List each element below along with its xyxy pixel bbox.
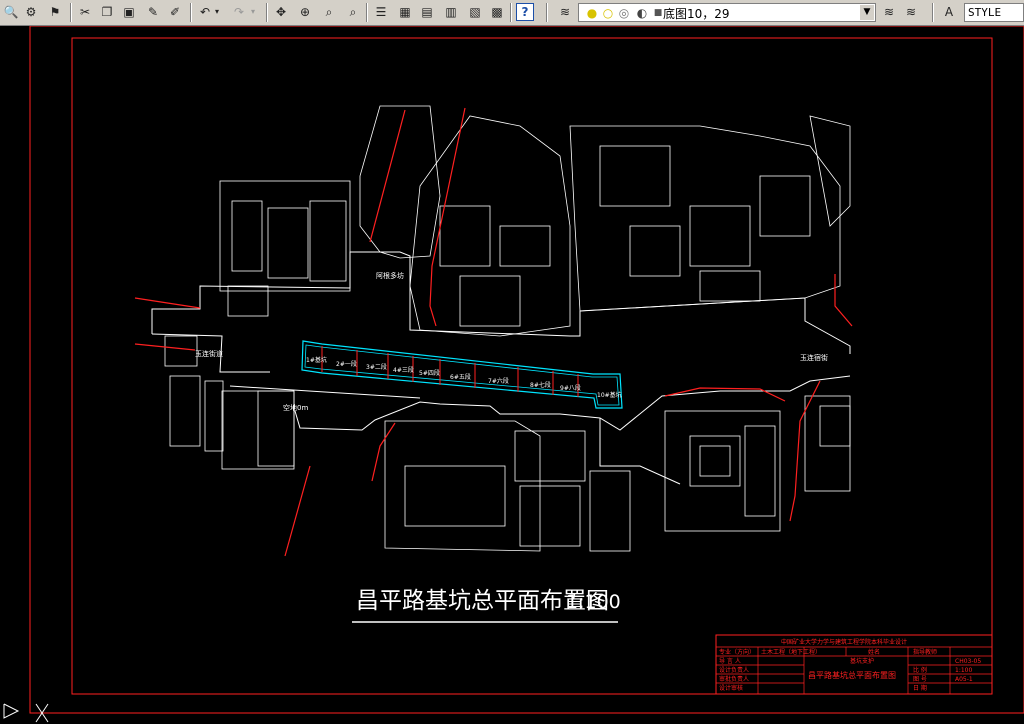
- text-style-value: STYLE: [968, 6, 1002, 19]
- find-icon[interactable]: 🔍: [2, 3, 20, 21]
- pit-segment-label: 7#六段: [488, 377, 509, 385]
- label-top: 阿根多坊: [376, 271, 404, 280]
- label-plot: 空地0m: [283, 403, 308, 412]
- label-left: 玉连街道: [195, 349, 223, 358]
- pit-segment-label: 1#基坑: [306, 356, 327, 364]
- tool-palette-icon[interactable]: ▤: [418, 3, 436, 21]
- paste-icon[interactable]: ▣: [120, 3, 138, 21]
- title-block: 中国矿业大学力学与建筑工程学院本科毕业设计 专业（方向） 土木工程（地下工程） …: [715, 634, 993, 695]
- tb-cell: 土木工程（地下工程）: [761, 648, 821, 656]
- tb-cell: 设计负责人: [719, 666, 749, 674]
- match-icon[interactable]: ✐: [166, 3, 184, 21]
- zoom-previous-icon[interactable]: ⌕: [344, 3, 362, 21]
- publish-icon[interactable]: ⚙: [22, 3, 40, 21]
- pit-segment-label: 3#二段: [366, 363, 387, 371]
- redo-dropdown-icon[interactable]: ▾: [248, 3, 258, 21]
- pit-segment-label: 6#五段: [450, 373, 471, 381]
- freeze-icon[interactable]: ◎: [615, 4, 633, 22]
- pit-segment-label: 2#一段: [336, 360, 357, 368]
- tb-cell: 专业（方向）: [719, 648, 755, 656]
- tb-cell: 姓名: [868, 648, 880, 656]
- tb-cell: 导 言 人: [719, 657, 741, 665]
- pit-segment-label: 4#三段: [393, 366, 414, 374]
- pit-segment-label: 9#八段: [560, 384, 581, 392]
- red-property-lines: [134, 107, 853, 557]
- tb-cell: 审批负责人: [719, 675, 749, 683]
- tb-cell: 图 号: [913, 676, 927, 683]
- design-center-icon[interactable]: ▦: [396, 3, 414, 21]
- layer-states-icon[interactable]: ≋: [902, 3, 920, 21]
- pit-segment-label: 5#四段: [419, 369, 440, 377]
- tb-cell: 1:100: [955, 667, 972, 674]
- layer-dropdown[interactable]: ● ○ ◎ ◐ ■ 底图10，29 ▼: [578, 3, 876, 22]
- pan-icon[interactable]: ✥: [272, 3, 290, 21]
- zoom-window-icon[interactable]: ⌕: [320, 3, 338, 21]
- label-right: 玉连宿街: [800, 353, 828, 362]
- text-style-dropdown[interactable]: STYLE: [964, 3, 1024, 22]
- tb-company: 中国矿业大学力学与建筑工程学院本科毕业设计: [781, 638, 907, 646]
- ucs-icon: [3, 703, 49, 723]
- drawing-title: 昌平路基坑总平面布置图 1:100: [352, 588, 621, 623]
- tb-cell: 设计审核: [719, 684, 743, 692]
- tb-cell: A05-1: [955, 676, 973, 683]
- sheet-set-icon[interactable]: ▥: [442, 3, 460, 21]
- redo-icon[interactable]: ↷: [230, 3, 248, 21]
- drawing-scale: 1:100: [566, 591, 621, 613]
- tb-cell: 指导教师: [913, 648, 937, 656]
- pit-segment-label: 8#七段: [530, 381, 551, 389]
- foundation-pit[interactable]: 1#基坑 2#一段 3#二段 4#三段 5#四段 6#五段 7#六段 8#七段 …: [301, 340, 623, 409]
- help-icon[interactable]: ?: [516, 3, 534, 21]
- calculator-icon[interactable]: ▩: [488, 3, 506, 21]
- tb-cell: 比 例: [913, 666, 927, 674]
- tb-cell: 基坑支护: [850, 657, 874, 665]
- undo-dropdown-icon[interactable]: ▾: [212, 3, 222, 21]
- properties-icon[interactable]: ☰: [372, 3, 390, 21]
- cut-icon[interactable]: ✂: [76, 3, 94, 21]
- tb-drawing-name: 昌平路基坑总平面布置图: [808, 670, 896, 680]
- copy-icon[interactable]: ❐: [98, 3, 116, 21]
- chevron-down-icon[interactable]: ▼: [860, 5, 874, 20]
- drawing-canvas[interactable]: 玉连街道 玉连宿街 阿根多坊 空地0m 1#基坑 2#一段 3#二段 4#三段 …: [0, 26, 1024, 724]
- standard-toolbar: 🔍 ⚙ ⚑ ✂ ❐ ▣ ✎ ✐ ↶ ▾ ↷ ▾ ✥ ⊕ ⌕ ⌕ ☰ ▦ ▤ ▥ …: [0, 0, 1024, 26]
- building-footprints: [164, 105, 851, 552]
- layer-name: 底图10，29: [663, 7, 730, 21]
- brush-icon[interactable]: ✎: [144, 3, 162, 21]
- tb-cell: CH03-05: [955, 658, 981, 665]
- plot-icon[interactable]: ⚑: [46, 3, 64, 21]
- layer-previous-icon[interactable]: ≋: [880, 3, 898, 21]
- layers-icon[interactable]: ≋: [556, 3, 574, 21]
- text-style-icon[interactable]: A: [940, 3, 958, 21]
- tb-cell: 日 期: [913, 684, 927, 692]
- pit-segment-label: 10#基坑: [597, 391, 622, 399]
- markup-icon[interactable]: ▧: [466, 3, 484, 21]
- zoom-realtime-icon[interactable]: ⊕: [296, 3, 314, 21]
